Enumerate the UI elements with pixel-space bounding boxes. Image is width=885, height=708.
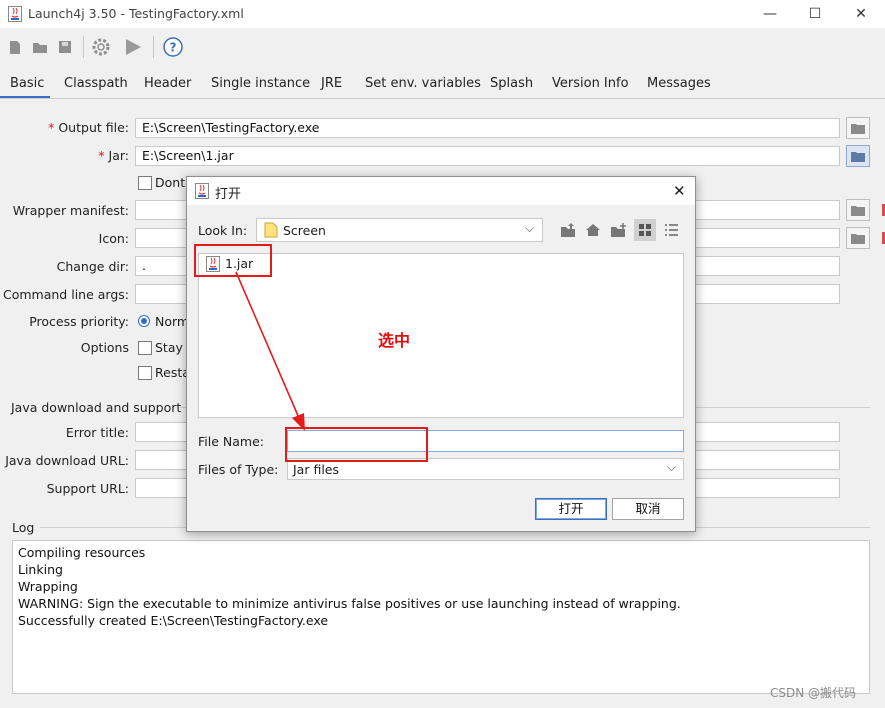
new-icon[interactable] (4, 36, 26, 58)
look-in-value: Screen (283, 223, 326, 238)
svg-text:?: ? (170, 41, 177, 55)
priority-normal-radio[interactable] (138, 315, 150, 327)
file-name-label: File Name: (198, 434, 264, 449)
java-download-section-title: Java download and support (11, 400, 182, 415)
dialog-title-bar (187, 177, 695, 205)
output-file-label: * Output file: (48, 120, 129, 135)
dont-wrap-label: Dont' (155, 175, 189, 190)
log-line: Successfully created E:\Screen\TestingFa… (18, 613, 329, 628)
jar-field[interactable]: E:\Screen\1.jar (135, 146, 840, 166)
log-section-title: Log (12, 520, 35, 535)
details-view-icon[interactable] (660, 219, 682, 241)
error-title-label: Error title: (65, 425, 129, 440)
chevron-down-icon: ⌵ (525, 221, 535, 235)
window-title: Launch4j 3.50 - TestingFactory.xml (28, 6, 244, 21)
stay-alive-checkbox[interactable] (138, 341, 152, 355)
watermark: CSDN @搬代码 (770, 686, 857, 700)
jar-label: * Jar: (98, 148, 129, 163)
tab-version-info[interactable]: Version Info (552, 76, 629, 91)
files-of-type-value: Jar files (293, 462, 340, 477)
annotation-highlight-file (194, 244, 272, 277)
annotation-highlight-filename (285, 427, 428, 462)
grid-view-icon (639, 224, 651, 236)
folder-icon (851, 152, 865, 162)
save-icon[interactable] (54, 36, 76, 58)
cmd-args-label: Command line args: (3, 287, 129, 302)
new-folder-icon[interactable] (608, 219, 630, 241)
folder-icon (851, 234, 865, 244)
dialog-title: 打开 (215, 187, 242, 202)
annotation-label: 选中 (378, 331, 411, 350)
tab-classpath[interactable]: Classpath (64, 76, 128, 91)
open-folder-icon[interactable] (29, 36, 51, 58)
folder-icon (851, 124, 865, 134)
process-priority-label: Process priority: (29, 314, 129, 329)
tab-messages[interactable]: Messages (647, 76, 711, 91)
browse-output-button[interactable] (846, 117, 870, 139)
java-app-icon (195, 183, 209, 199)
browse-jar-button[interactable] (846, 145, 870, 167)
wrapper-manifest-label: Wrapper manifest: (12, 203, 129, 218)
browse-icon-button[interactable] (846, 227, 870, 249)
file-list[interactable] (198, 253, 684, 418)
tab-header[interactable]: Header (144, 76, 191, 91)
up-folder-icon[interactable] (557, 219, 579, 241)
output-file-field[interactable]: E:\Screen\TestingFactory.exe (135, 118, 840, 138)
java-download-url-label: Java download URL: (5, 453, 129, 468)
tab-splash[interactable]: Splash (490, 76, 533, 91)
files-of-type-label: Files of Type: (198, 462, 279, 477)
change-dir-label: Change dir: (56, 259, 129, 274)
priority-normal-label: Norm (155, 314, 190, 329)
tab-basic[interactable]: Basic (10, 76, 44, 91)
title-bar: Launch4j 3.50 - TestingFactory.xml — ☐ ✕ (0, 0, 885, 28)
log-line: Compiling resources (18, 545, 146, 560)
java-app-icon (8, 6, 22, 22)
tab-jre[interactable]: JRE (321, 76, 342, 91)
support-url-label: Support URL: (46, 481, 129, 496)
folder-icon (851, 206, 865, 216)
options-label: Options (80, 340, 129, 355)
folder-icon (264, 222, 278, 238)
restart-label: Resta (155, 365, 190, 380)
maximize-button[interactable]: ☐ (792, 0, 838, 28)
minimize-button[interactable]: — (747, 0, 793, 28)
help-icon[interactable]: ? (162, 36, 184, 58)
home-icon[interactable] (582, 219, 604, 241)
list-view-button[interactable] (634, 219, 656, 241)
look-in-label: Look In: (198, 223, 248, 238)
log-line: WARNING: Sign the executable to minimize… (18, 596, 681, 611)
tab-single-instance[interactable]: Single instance (211, 76, 310, 91)
cancel-button[interactable]: 取消 (612, 498, 684, 520)
restart-checkbox[interactable] (138, 366, 152, 380)
tab-set-env-variables[interactable]: Set env. variables (365, 76, 481, 91)
open-button[interactable]: 打开 (535, 498, 607, 520)
toolbar-separator (153, 36, 154, 58)
icon-label: Icon: (98, 231, 129, 246)
log-line: Wrapping (18, 579, 78, 594)
tabs-divider (0, 98, 885, 99)
log-line: Linking (18, 562, 63, 577)
look-in-combo[interactable]: Screen ⌵ (256, 218, 543, 242)
dont-wrap-checkbox[interactable] (138, 176, 152, 190)
browse-manifest-button[interactable] (846, 199, 870, 221)
gear-icon[interactable] (90, 36, 112, 58)
dialog-close-button[interactable]: ✕ (673, 182, 686, 200)
run-icon[interactable] (122, 36, 144, 58)
toolbar-separator (83, 36, 84, 58)
close-button[interactable]: ✕ (838, 0, 884, 28)
chevron-down-icon: ⌵ (667, 460, 677, 474)
